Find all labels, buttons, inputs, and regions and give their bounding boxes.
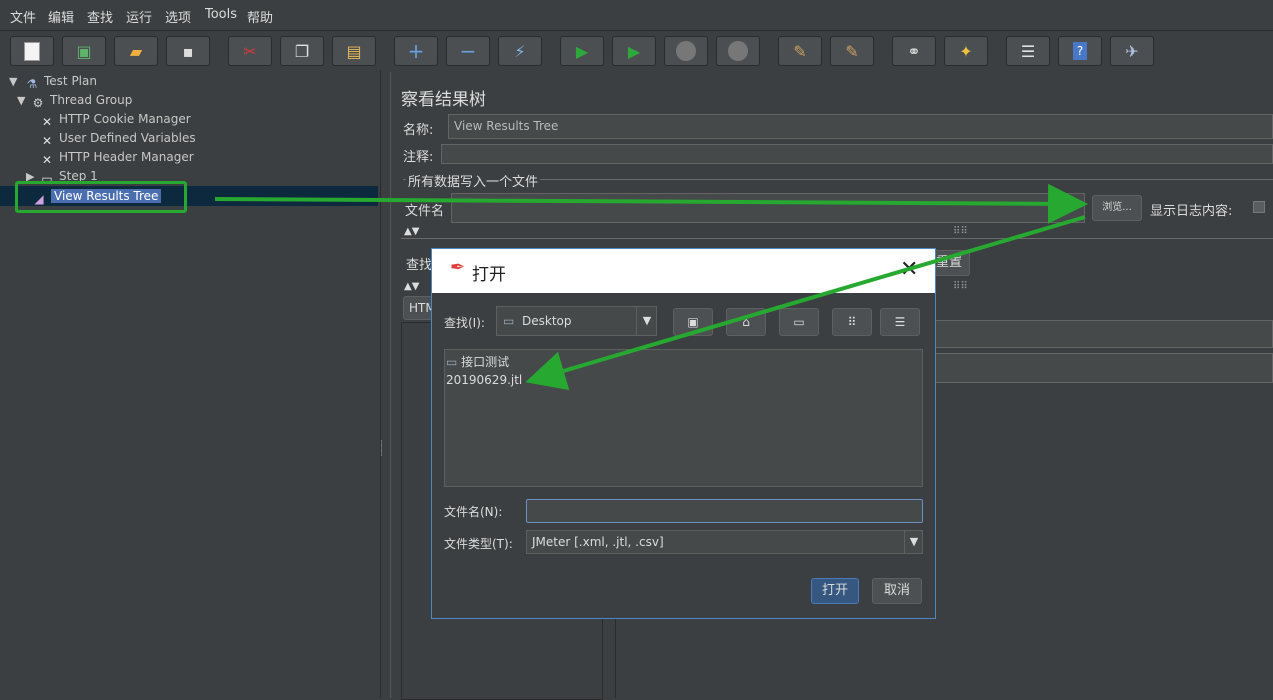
- annotation-arrow-to-browse: [214, 183, 1088, 224]
- annotation-arrow-to-file: [525, 215, 1086, 391]
- annotation-arrows: [214, 183, 1088, 391]
